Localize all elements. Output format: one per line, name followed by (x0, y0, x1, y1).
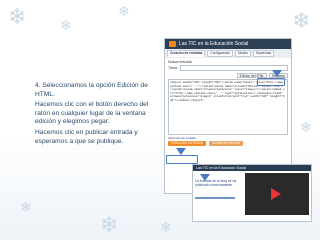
snowflake-icon: ❄ (100, 212, 119, 237)
instructions-text: 4. Seleccionamos la opción Edición de HT… (35, 82, 160, 148)
preview-header: Las TIC en la Educación Social (193, 165, 311, 171)
snowflake-icon: ❄ (160, 219, 172, 235)
blogger-logo-icon (169, 41, 176, 47)
blog-header: Las TIC en la Educación Social (165, 39, 291, 49)
embedded-video[interactable] (245, 173, 309, 215)
view-blog-link[interactable] (195, 197, 235, 199)
play-icon (271, 188, 281, 200)
snowflake-icon: ❄ (8, 4, 27, 29)
tab-supervisar[interactable]: Supervisar (253, 50, 275, 57)
publish-button[interactable]: PUBLICAR ENTRADA (168, 141, 207, 146)
action-buttons: PUBLICAR ENTRADA GUARDAR AHORA (168, 141, 288, 146)
title-row: Título: (168, 65, 288, 71)
slide: ❄ ❄ ❄ ❄ ❄ ❄ ❄ ❄ 4. Seleccionamos la opci… (0, 0, 320, 240)
edit-html-highlight (257, 78, 285, 86)
title-label: Título: (168, 66, 178, 70)
blog-title: Las TIC en la Educación Social (179, 41, 249, 47)
entry-options-link[interactable]: Opciones de entrada (168, 136, 288, 140)
snowflake-icon: ❄ (300, 119, 312, 135)
step-text: 4. Seleccionamos la opción Edición de HT… (35, 82, 148, 98)
arrow-marker-icon (272, 70, 282, 77)
arrow-marker-icon (176, 148, 186, 155)
html-editor-textarea[interactable]: <object width="425" height="344"><param … (168, 79, 288, 135)
snowflake-icon: ❄ (20, 199, 32, 215)
new-entry-label: Nueva entrada (168, 60, 192, 64)
tab-configuracion[interactable]: Configuración (207, 50, 234, 57)
paste-text: Hacemos clic con el botón derecho del ra… (35, 101, 149, 126)
snowflake-icon: ❄ (118, 3, 130, 19)
publish-text: Hacemos clic en publicar entrada y esper… (35, 128, 138, 145)
editor-tabs: Creación de entradas Configuración Diseñ… (165, 49, 291, 58)
snowflake-icon: ❄ (60, 17, 72, 33)
published-blog-preview: Las TIC en la Educación Social La entrad… (192, 164, 312, 222)
tab-creacion[interactable]: Creación de entradas (167, 50, 206, 57)
arrow-marker-icon (200, 174, 210, 181)
publish-highlight (166, 155, 198, 164)
save-button[interactable]: GUARDAR AHORA (209, 141, 244, 146)
snowflake-icon: ❄ (292, 8, 311, 33)
tab-diseno[interactable]: Diseño (235, 50, 252, 57)
